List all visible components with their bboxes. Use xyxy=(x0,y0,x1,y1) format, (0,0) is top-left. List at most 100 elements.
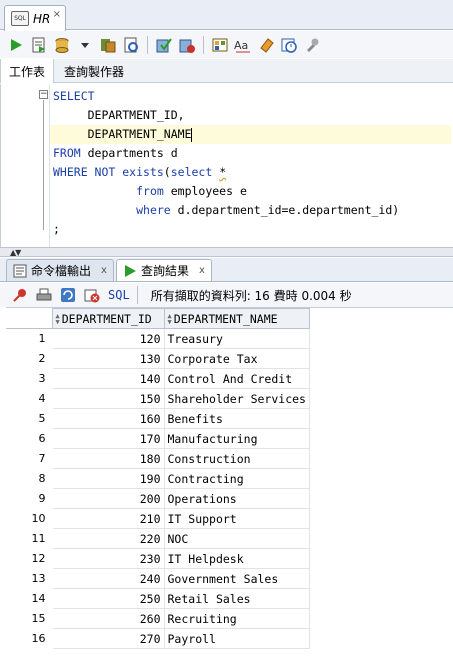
row-number-cell: 11 xyxy=(6,528,53,549)
department-id-cell[interactable]: 120 xyxy=(51,328,165,349)
fold-toggle-icon[interactable]: − xyxy=(39,90,48,99)
code-line: FROM departments d xyxy=(53,146,178,160)
department-name-cell[interactable]: Corporate Tax xyxy=(163,348,310,369)
results-table: ▲ ▼ DEPARTMENT_ID ▲ ▼ DEPARTMENT_NAME 1 120 Tr… xyxy=(6,308,310,649)
tab-script-output[interactable]: 命令檔輸出 x xyxy=(6,259,114,281)
row-number-cell: 12 xyxy=(6,548,53,569)
explain-plan-button[interactable] xyxy=(98,35,118,55)
department-name-cell[interactable]: Contracting xyxy=(163,468,310,489)
department-name-cell[interactable]: IT Support xyxy=(163,508,310,529)
chevron-down-icon xyxy=(81,42,89,48)
tab-worksheet[interactable]: 工作表 xyxy=(0,59,55,83)
column-header-department-name[interactable]: ▲ ▼ DEPARTMENT_NAME xyxy=(163,308,310,329)
table-row[interactable]: 1 120 Treasury xyxy=(6,328,310,349)
clear-button[interactable] xyxy=(256,35,276,55)
splitter-arrows-icon[interactable]: ▲▼ xyxy=(10,248,21,257)
column-header-department-id[interactable]: ▲ ▼ DEPARTMENT_ID xyxy=(51,308,165,329)
department-name-cell[interactable]: Treasury xyxy=(163,328,310,349)
department-name-cell[interactable]: Construction xyxy=(163,448,310,469)
table-row[interactable]: 5 160 Benefits xyxy=(6,408,310,429)
toolbar-separator xyxy=(136,286,138,304)
table-row[interactable]: 9 200 Operations xyxy=(6,488,310,509)
rollback-button[interactable] xyxy=(177,35,197,55)
department-id-cell[interactable]: 270 xyxy=(51,628,165,649)
department-id-cell[interactable]: 160 xyxy=(51,408,165,429)
tab-query-result[interactable]: 查詢結果 x xyxy=(115,259,212,281)
table-row[interactable]: 8 190 Contracting xyxy=(6,468,310,489)
sort-icon: ▲ ▼ xyxy=(167,312,172,326)
autotrace-button[interactable] xyxy=(52,35,72,55)
department-name-cell[interactable]: Retail Sales xyxy=(163,588,310,609)
department-id-cell[interactable]: 210 xyxy=(51,508,165,529)
results-grid[interactable]: ▲ ▼ DEPARTMENT_ID ▲ ▼ DEPARTMENT_NAME 1 120 Tr… xyxy=(6,307,453,657)
department-id-cell[interactable]: 250 xyxy=(51,588,165,609)
table-row[interactable]: 3 140 Control And Credit xyxy=(6,368,310,389)
department-name-cell[interactable]: NOC xyxy=(163,528,310,549)
pin-button[interactable] xyxy=(10,285,30,305)
table-row[interactable]: 7 180 Construction xyxy=(6,448,310,469)
table-row[interactable]: 10 210 IT Support xyxy=(6,508,310,529)
department-id-cell[interactable]: 200 xyxy=(51,488,165,509)
department-id-cell[interactable]: 230 xyxy=(51,548,165,569)
close-tab-icon[interactable]: x xyxy=(101,265,107,276)
department-name-cell[interactable]: Benefits xyxy=(163,408,310,429)
run-script-icon xyxy=(32,37,45,52)
department-id-cell[interactable]: 240 xyxy=(51,568,165,589)
code-line: ; xyxy=(53,222,60,236)
row-number-cell: 10 xyxy=(6,508,53,529)
department-id-cell[interactable]: 140 xyxy=(51,368,165,389)
department-name-cell[interactable]: Recruiting xyxy=(163,608,310,629)
database-icon xyxy=(55,37,69,53)
department-name-cell[interactable]: IT Helpdesk xyxy=(163,548,310,569)
close-tab-icon[interactable]: × xyxy=(53,9,61,20)
sql-link[interactable]: SQL xyxy=(108,288,130,302)
code-area[interactable]: SELECT DEPARTMENT_ID, DEPARTMENT_NAME FR… xyxy=(50,87,451,239)
unshared-worksheet-button[interactable] xyxy=(210,35,230,55)
table-row[interactable]: 4 150 Shareholder Services xyxy=(6,388,310,409)
department-id-cell[interactable]: 190 xyxy=(51,468,165,489)
department-name-cell[interactable]: Control And Credit xyxy=(163,368,310,389)
department-id-cell[interactable]: 130 xyxy=(51,348,165,369)
table-row[interactable]: 15 260 Recruiting xyxy=(6,608,310,629)
monitor-button[interactable] xyxy=(302,35,322,55)
department-id-cell[interactable]: 170 xyxy=(51,428,165,449)
sql-editor[interactable]: − SELECT DEPARTMENT_ID, DEPARTMENT_NAME … xyxy=(0,84,453,247)
department-name-cell[interactable]: Government Sales xyxy=(163,568,310,589)
wrench-icon xyxy=(307,38,319,52)
sql-tuning-button[interactable] xyxy=(121,35,141,55)
pane-splitter[interactable]: ▲▼ xyxy=(0,247,453,257)
department-name-cell[interactable]: Payroll xyxy=(163,628,310,649)
dropdown-button[interactable] xyxy=(75,35,95,55)
tab-query-builder[interactable]: 查詢製作器 xyxy=(56,59,132,83)
refresh-button[interactable] xyxy=(58,285,78,305)
table-row[interactable]: 14 250 Retail Sales xyxy=(6,588,310,609)
department-name-cell[interactable]: Manufacturing xyxy=(163,428,310,449)
to-upper-lower-button[interactable]: Aa xyxy=(233,35,253,55)
run-icon xyxy=(124,264,136,277)
department-id-cell[interactable]: 260 xyxy=(51,608,165,629)
row-number-cell: 4 xyxy=(6,388,53,409)
worksheet-icon xyxy=(212,38,228,51)
run-statement-button[interactable] xyxy=(6,35,26,55)
row-number-cell: 1 xyxy=(6,328,53,349)
commit-button[interactable] xyxy=(154,35,174,55)
code-line: DEPARTMENT_ID, xyxy=(87,108,185,122)
table-row[interactable]: 12 230 IT Helpdesk xyxy=(6,548,310,569)
department-name-cell[interactable]: Shareholder Services xyxy=(163,388,310,409)
table-row[interactable]: 11 220 NOC xyxy=(6,528,310,549)
table-row[interactable]: 16 270 Payroll xyxy=(6,628,310,649)
table-row[interactable]: 13 240 Government Sales xyxy=(6,568,310,589)
department-name-cell[interactable]: Operations xyxy=(163,488,310,509)
department-id-cell[interactable]: 150 xyxy=(51,388,165,409)
department-id-cell[interactable]: 220 xyxy=(51,528,165,549)
department-id-cell[interactable]: 180 xyxy=(51,448,165,469)
run-script-button[interactable] xyxy=(29,35,49,55)
table-row[interactable]: 2 130 Corporate Tax xyxy=(6,348,310,369)
close-tab-icon[interactable]: x xyxy=(199,265,205,276)
worksheet-tab-hr[interactable]: SQL HR × xyxy=(4,5,66,31)
table-row[interactable]: 6 170 Manufacturing xyxy=(6,428,310,449)
print-button[interactable] xyxy=(34,285,54,305)
sql-history-button[interactable] xyxy=(279,35,299,55)
case-icon: Aa xyxy=(234,39,250,52)
cancel-fetch-button[interactable] xyxy=(82,285,102,305)
